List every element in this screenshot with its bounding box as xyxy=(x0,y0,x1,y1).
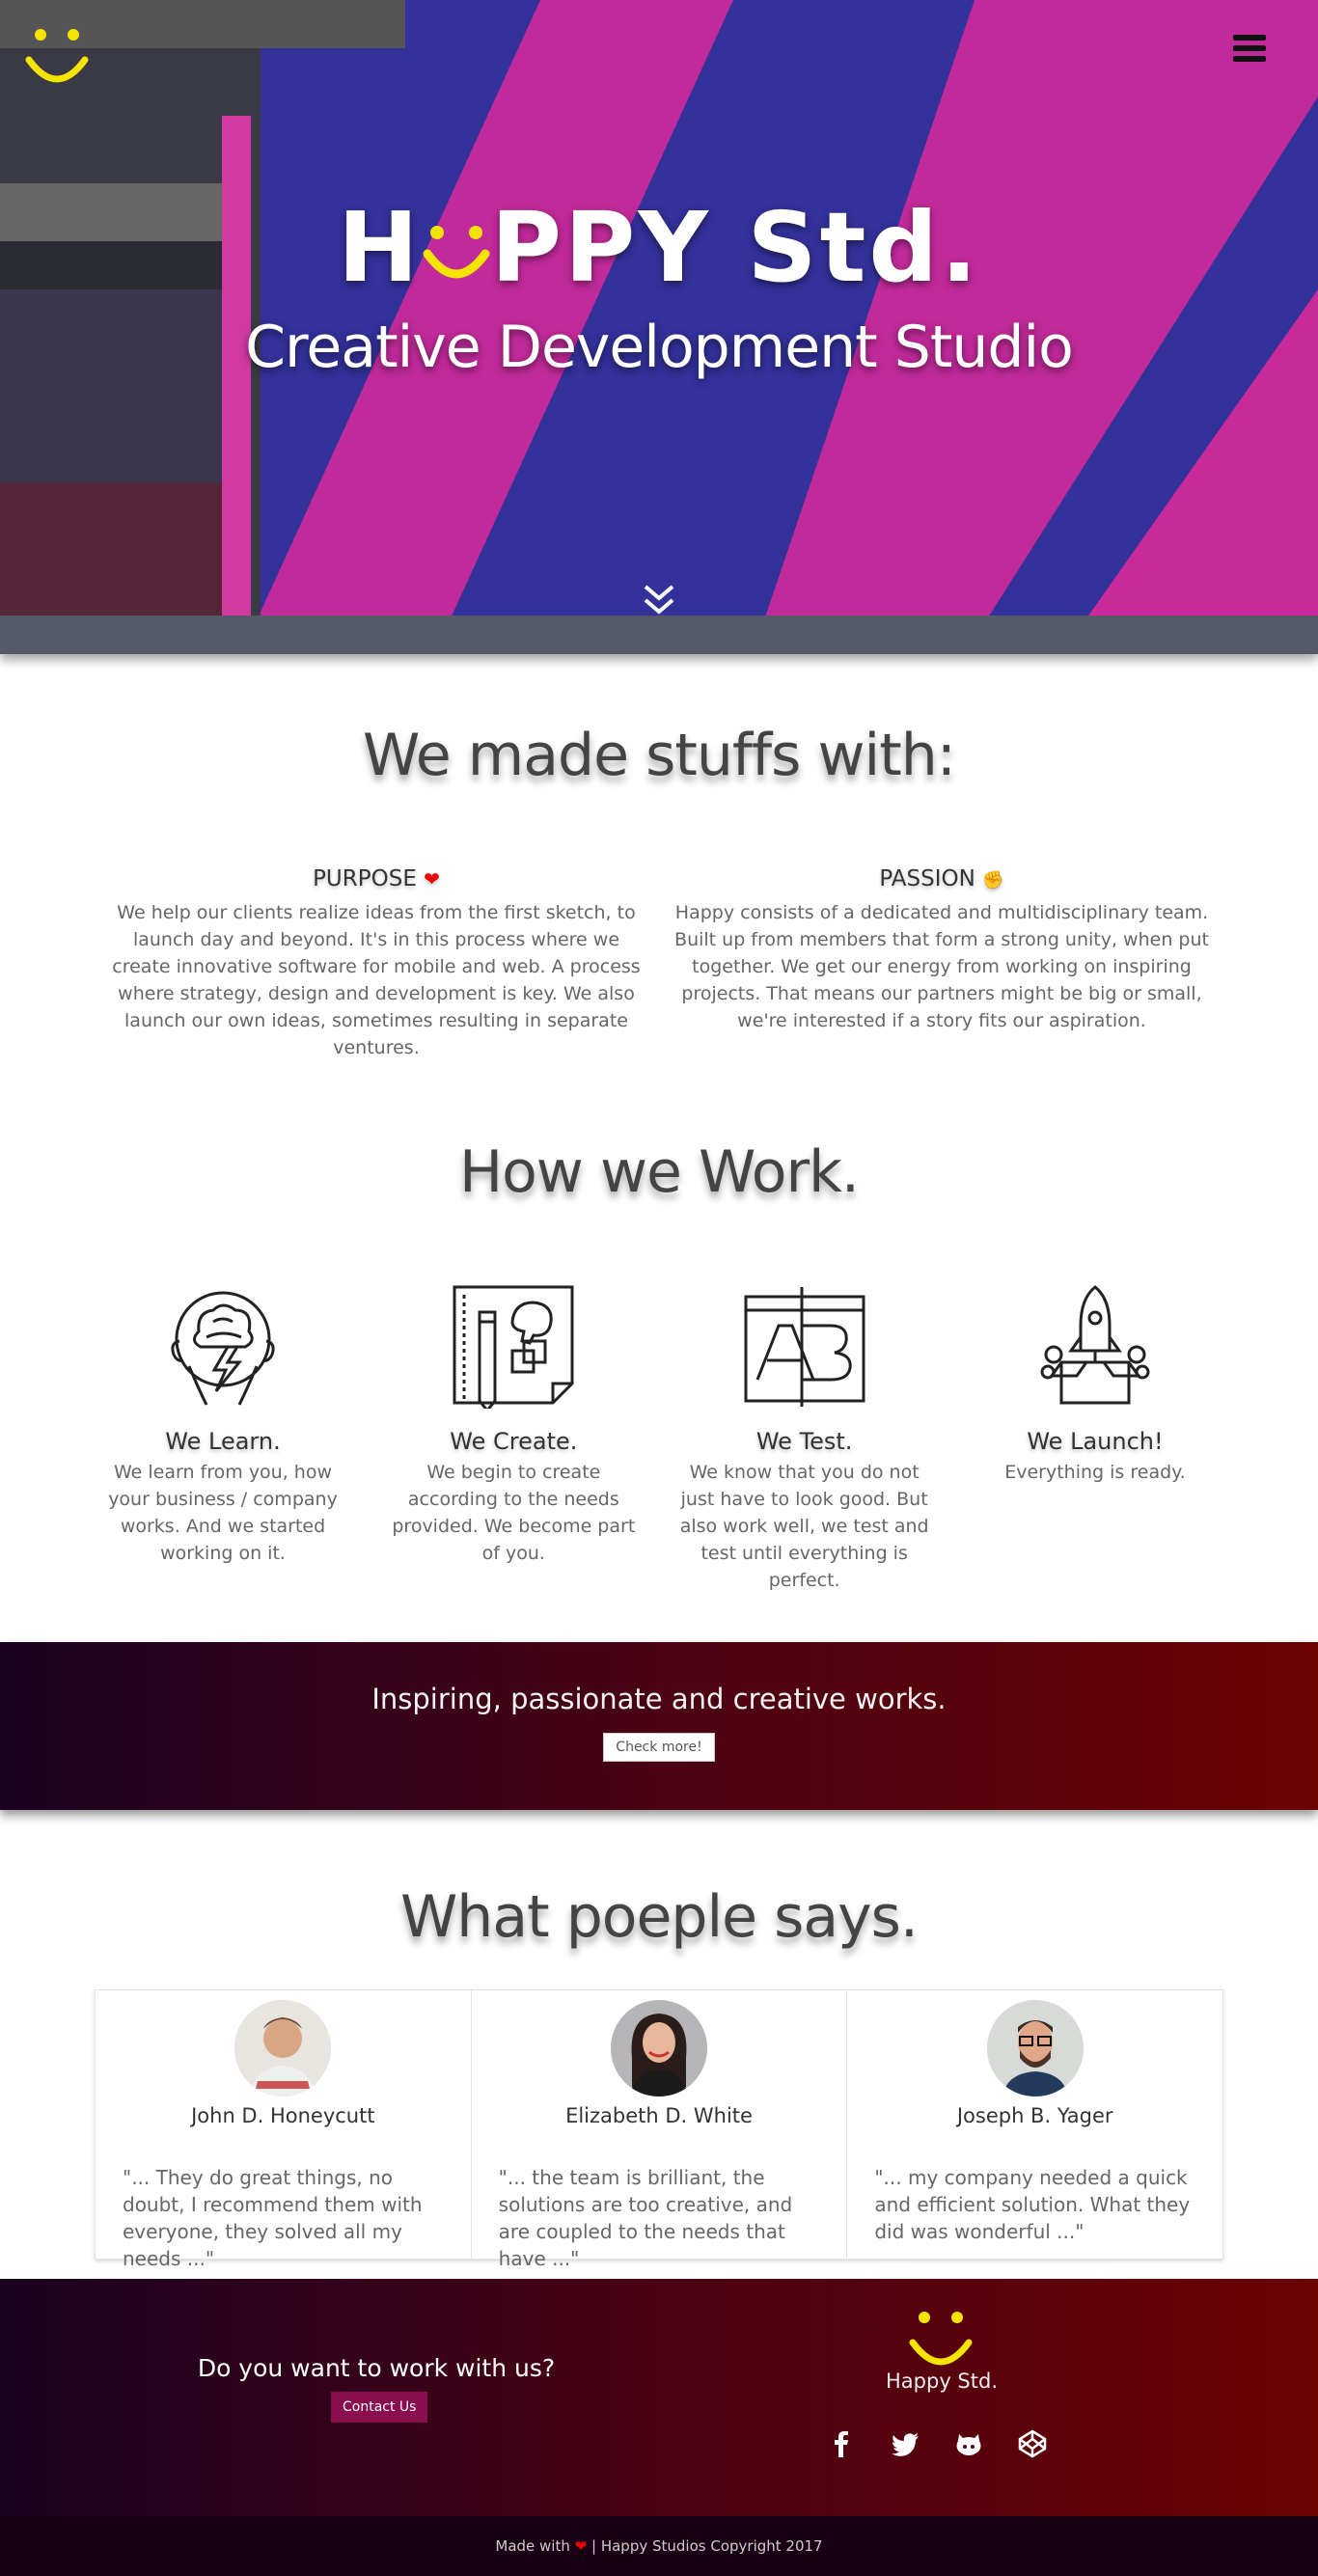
social-links xyxy=(826,2428,1048,2459)
footer-brand-name: Happy Std. xyxy=(886,2370,998,2393)
purpose-column: PURPOSE ❤ We help our clients realize id… xyxy=(106,866,646,1061)
work-step-title: We Launch! xyxy=(1027,1428,1164,1455)
testimonial-quote: "... my company needed a quick and effic… xyxy=(874,2166,1191,2243)
banner-text: Inspiring, passionate and creative works… xyxy=(371,1683,947,1715)
hero-title: H PPY Std. xyxy=(338,189,980,304)
logo-smile-icon[interactable] xyxy=(23,21,91,89)
footer-logo-smile-icon xyxy=(909,2312,973,2366)
rocket-icon xyxy=(1040,1285,1150,1405)
made-section-title: We made stuffs with: xyxy=(363,722,956,789)
hero-section: H PPY Std. Creative Development Studio xyxy=(0,0,1318,654)
scroll-down-chevron-icon[interactable] xyxy=(640,583,678,617)
testimonial-quote: "... They do great things, no doubt, I r… xyxy=(123,2166,423,2270)
work-step-learn: We Learn. We learn from you, how your bu… xyxy=(93,1283,353,1594)
title-smile-icon xyxy=(422,189,491,279)
testimonial-quote: "... the team is brilliant, the solution… xyxy=(498,2166,793,2270)
testimonial-name: John D. Honeycutt xyxy=(191,2104,375,2127)
hero-subtitle: Creative Development Studio xyxy=(245,314,1074,381)
avatar xyxy=(611,2000,707,2096)
twitter-icon[interactable] xyxy=(890,2428,920,2459)
cta-banner: Inspiring, passionate and creative works… xyxy=(0,1642,1318,1810)
check-more-button[interactable]: Check more! xyxy=(603,1733,715,1762)
made-columns: PURPOSE ❤ We help our clients realize id… xyxy=(106,866,1212,1061)
heart-icon: ❤ xyxy=(574,2537,588,2555)
footer: Do you want to work with us? Contact Us … xyxy=(0,2279,1318,2516)
testimonials-section-title: What poeple says. xyxy=(399,1883,919,1951)
testimonial-cards: John D. Honeycutt "... They do great thi… xyxy=(95,1989,1223,2270)
work-step-title: We Learn. xyxy=(165,1428,281,1455)
how-we-work-list: We Learn. We learn from you, how your bu… xyxy=(93,1283,1225,1594)
copyright-bar: Made with ❤ | Happy Studios Copyright 20… xyxy=(0,2516,1318,2576)
work-step-launch: We Launch! Everything is ready. xyxy=(965,1283,1225,1594)
heart-icon: ❤ xyxy=(424,867,440,891)
work-step-title: We Create. xyxy=(450,1428,578,1455)
facebook-icon[interactable] xyxy=(826,2428,857,2459)
work-step-title: We Test. xyxy=(755,1428,853,1455)
testimonial-name: Joseph B. Yager xyxy=(956,2104,1113,2127)
testimonial-card: John D. Honeycutt "... They do great thi… xyxy=(96,1990,472,2270)
copyright-text: | Happy Studios Copyright 2017 xyxy=(591,2537,823,2555)
codepen-icon[interactable] xyxy=(1017,2428,1048,2459)
purpose-text: We help our clients realize ideas from t… xyxy=(112,902,641,1058)
testimonial-card: Elizabeth D. White "... the team is bril… xyxy=(472,1990,848,2270)
work-step-text: We begin to create according to the need… xyxy=(392,1462,636,1564)
design-icon xyxy=(453,1285,574,1409)
testimonial-card: Joseph B. Yager "... my company needed a… xyxy=(847,1990,1222,2259)
brain-icon xyxy=(171,1291,275,1406)
how-section-title: How we Work. xyxy=(458,1138,860,1206)
made-with-text: Made with xyxy=(495,2537,570,2555)
passion-text: Happy consists of a dedicated and multid… xyxy=(674,902,1209,1031)
work-step-create: We Create. We begin to create according … xyxy=(383,1283,644,1594)
work-step-text: We learn from you, how your business / c… xyxy=(108,1462,338,1564)
avatar xyxy=(234,2000,332,2096)
testimonial-name: Elizabeth D. White xyxy=(565,2104,753,2127)
fist-icon: ✊ xyxy=(982,870,1004,891)
hamburger-menu-icon[interactable] xyxy=(1233,35,1266,64)
purpose-heading: PURPOSE ❤ xyxy=(313,866,440,891)
passion-heading: PASSION ✊ xyxy=(879,866,1004,891)
passion-column: PASSION ✊ Happy consists of a dedicated … xyxy=(672,866,1212,1061)
work-with-us-text: Do you want to work with us? xyxy=(197,2354,556,2382)
github-icon[interactable] xyxy=(953,2428,984,2459)
work-step-test: We Test. We know that you do not just ha… xyxy=(674,1283,935,1594)
contact-us-button[interactable]: Contact Us xyxy=(331,2392,428,2423)
work-step-text: Everything is ready. xyxy=(1004,1462,1186,1483)
ab-test-icon xyxy=(744,1287,865,1407)
avatar xyxy=(986,2000,1084,2096)
work-step-text: We know that you do not just have to loo… xyxy=(679,1462,929,1591)
